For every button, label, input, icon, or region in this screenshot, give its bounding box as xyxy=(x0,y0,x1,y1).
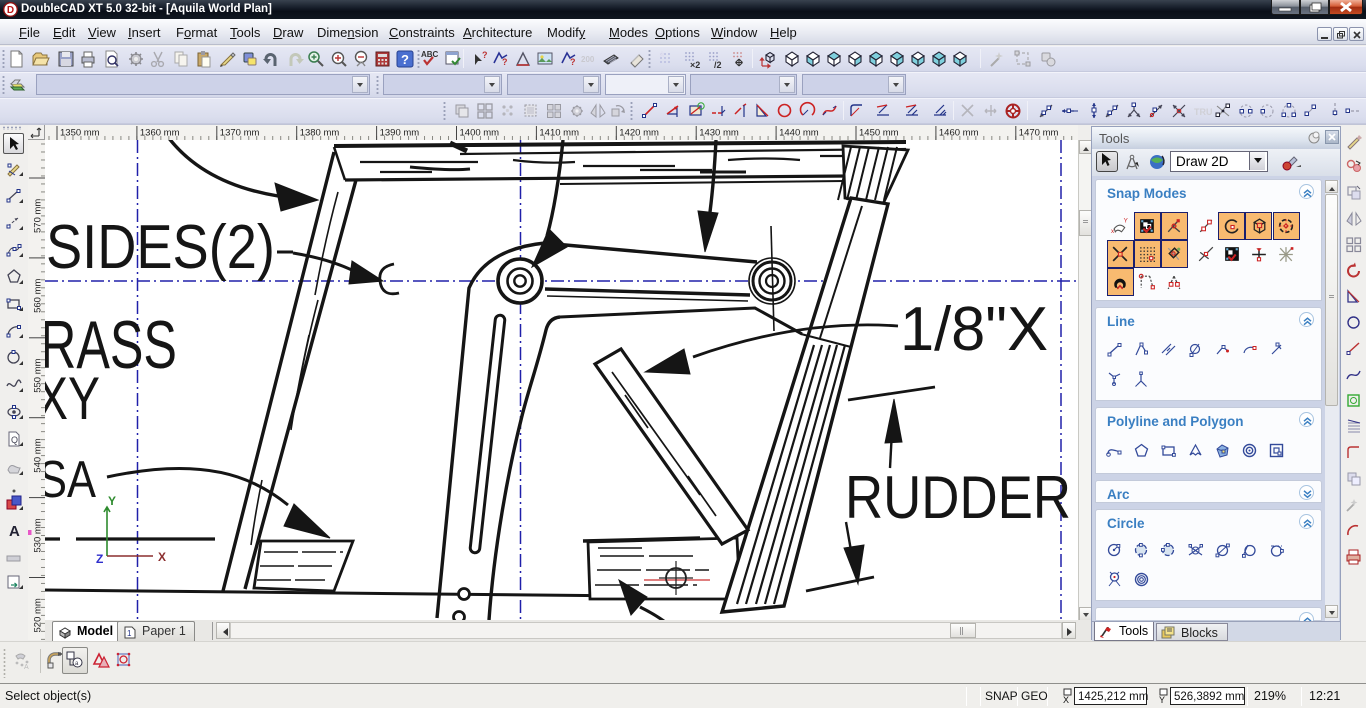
svg-text:1420 mm: 1420 mm xyxy=(619,128,659,139)
svg-text:1410 mm: 1410 mm xyxy=(539,128,579,139)
svg-text:A: A xyxy=(9,523,20,539)
svg-text:X: X xyxy=(158,550,166,564)
svg-text:TRU: TRU xyxy=(1194,107,1212,117)
svg-text:1400 mm: 1400 mm xyxy=(460,128,500,139)
svg-text:200: 200 xyxy=(581,55,595,64)
svg-text:XY: XY xyxy=(45,365,100,432)
svg-text:X: X xyxy=(1063,695,1069,704)
svg-text:SIDES(2): SIDES(2) xyxy=(46,213,275,282)
svg-text:A: A xyxy=(24,664,29,670)
svg-text:1440 mm: 1440 mm xyxy=(779,128,819,139)
svg-text:ABC: ABC xyxy=(421,50,439,59)
svg-text:1430 mm: 1430 mm xyxy=(699,128,739,139)
svg-text:/2: /2 xyxy=(714,60,722,69)
svg-text:Z: Z xyxy=(96,552,103,566)
svg-text:1: 1 xyxy=(127,629,132,638)
svg-text:530 mm: 530 mm xyxy=(33,518,44,552)
svg-text:520 mm: 520 mm xyxy=(33,598,44,632)
svg-text:Y: Y xyxy=(108,494,116,508)
svg-text:?: ? xyxy=(502,57,508,67)
svg-text:?: ? xyxy=(401,52,409,67)
svg-text:1360 mm: 1360 mm xyxy=(140,128,180,139)
svg-text:1460 mm: 1460 mm xyxy=(939,128,979,139)
svg-text:×2: ×2 xyxy=(690,60,700,69)
svg-text:1/8"X: 1/8"X xyxy=(900,295,1048,364)
svg-text:540 mm: 540 mm xyxy=(33,438,44,472)
svg-text:570 mm: 570 mm xyxy=(33,199,44,233)
svg-text:Q: Q xyxy=(11,435,18,445)
svg-text:560 mm: 560 mm xyxy=(33,278,44,312)
svg-text:1380 mm: 1380 mm xyxy=(300,128,340,139)
svg-text:1370 mm: 1370 mm xyxy=(220,128,260,139)
svg-text:Y: Y xyxy=(1159,695,1165,704)
svg-text:1350 mm: 1350 mm xyxy=(60,128,100,139)
svg-text:1450 mm: 1450 mm xyxy=(859,128,899,139)
svg-text:D: D xyxy=(7,5,14,16)
svg-text:Y: Y xyxy=(1124,217,1129,224)
svg-text:1390 mm: 1390 mm xyxy=(380,128,420,139)
svg-text:?: ? xyxy=(482,50,488,60)
svg-text:SA: SA xyxy=(45,451,96,509)
svg-text:1470 mm: 1470 mm xyxy=(1019,128,1059,139)
svg-text:RUDDER: RUDDER xyxy=(845,464,1071,531)
svg-text:?: ? xyxy=(570,57,576,67)
svg-text:550 mm: 550 mm xyxy=(33,358,44,392)
